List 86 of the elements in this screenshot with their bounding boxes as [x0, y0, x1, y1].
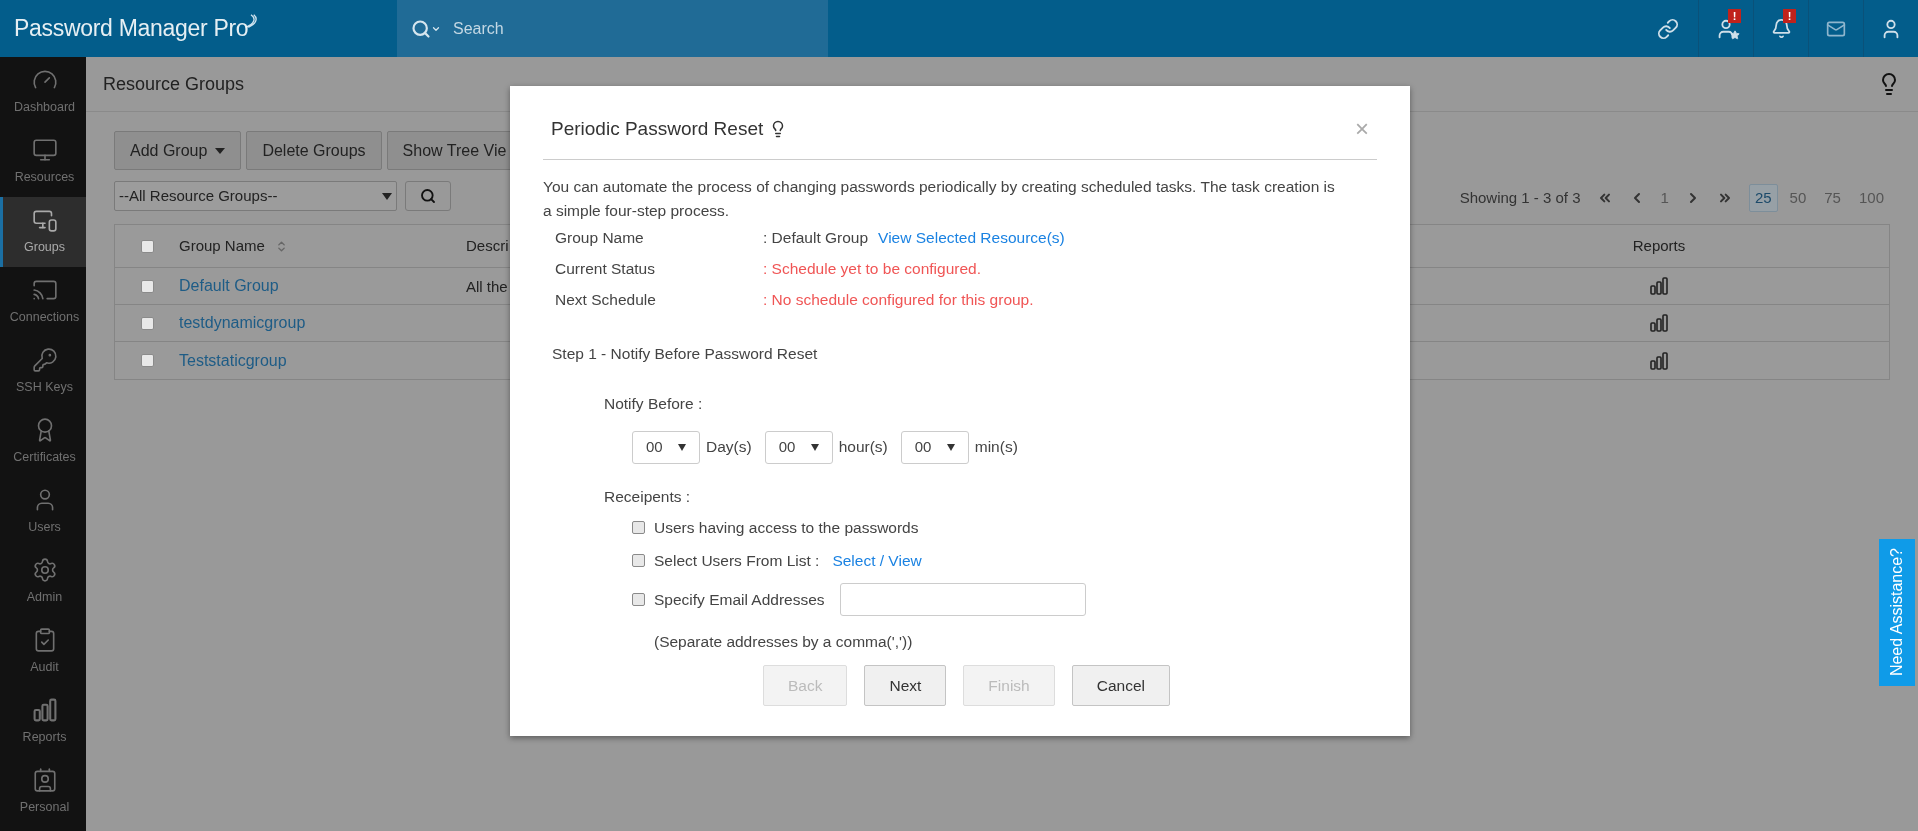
column-header[interactable]: Group Name [179, 234, 265, 258]
pagination-summary: Showing 1 - 3 of 3 [1459, 187, 1581, 208]
reports-icon [1649, 313, 1669, 333]
step-title: Step 1 - Notify Before Password Reset [551, 344, 819, 364]
recipient-option-label: Select Users From List : [654, 551, 820, 572]
caret-icon [215, 147, 226, 154]
caret-icon [382, 192, 392, 200]
sidebar-item[interactable]: Connections [0, 267, 86, 337]
group-link[interactable]: testdynamicgroup [179, 314, 306, 331]
dialog-title: Periodic Password Reset [551, 116, 764, 141]
table-cell: All the [466, 278, 508, 295]
recipient-option-label: Users having access to the passwords [654, 518, 919, 539]
sidebar-item[interactable]: Audit [0, 617, 86, 687]
info-label: Group Name [555, 228, 645, 249]
search-icon [420, 188, 436, 204]
column-header: Reports [1632, 236, 1686, 254]
checkbox[interactable] [632, 521, 645, 535]
unit-label: min(s) [974, 437, 1018, 458]
sidebar-item[interactable]: Users [0, 477, 86, 547]
sidebar-item[interactable]: Certificates [0, 407, 86, 477]
bar-chart-icon [31, 697, 58, 724]
reports-icon [1649, 350, 1669, 371]
group-link[interactable]: Teststaticgroup [179, 351, 287, 369]
checkbox[interactable] [140, 239, 154, 253]
select-view-link[interactable]: Select / View [832, 549, 922, 573]
logo: Password Manager Pro [14, 14, 249, 44]
search-input[interactable]: Search [453, 16, 813, 41]
alert-badge: ! [1783, 9, 1796, 23]
caret-icon [678, 443, 686, 451]
group-link[interactable]: Default Group [179, 277, 279, 294]
caret-icon [810, 443, 819, 451]
unit-label: Day(s) [706, 437, 752, 458]
sidebar-item[interactable]: SSH Keys [0, 337, 86, 407]
recipients-label: Receipents : [603, 486, 692, 507]
page-size-option[interactable]: 100 [1852, 184, 1890, 212]
time-dropdown[interactable]: 00 [900, 430, 969, 464]
page-size-option[interactable]: 50 [1783, 184, 1813, 212]
toolbar-button[interactable]: Add Group [114, 131, 242, 170]
page-title: Resource Groups [103, 72, 245, 96]
monitor-icon [31, 137, 58, 164]
checkbox[interactable] [140, 316, 154, 330]
page-size-option[interactable]: 75 [1818, 184, 1847, 212]
bell-icon[interactable] [1770, 18, 1792, 39]
dialog-button[interactable]: Cancel [1071, 665, 1170, 706]
search-field[interactable]: Search [397, 0, 828, 57]
sidebar-item[interactable]: Reports [0, 687, 86, 757]
dialog-button[interactable]: Next [864, 665, 947, 706]
time-dropdown[interactable]: 00 [632, 430, 700, 464]
sidebar-item[interactable]: Groups [0, 197, 86, 267]
info-value: : No schedule configured for this group. [763, 290, 1034, 311]
contact-icon [31, 767, 58, 794]
checkbox[interactable] [632, 592, 645, 606]
need-assistance-tab[interactable]: Need Assistance? [1879, 539, 1915, 686]
caret-icon [946, 443, 955, 451]
info-value: : Schedule yet to be configured. [763, 259, 981, 280]
current-page: 1 [1660, 187, 1669, 208]
link-icon[interactable] [1657, 17, 1679, 40]
alert-badge: ! [1728, 9, 1741, 23]
checkbox[interactable] [632, 554, 645, 568]
time-dropdown[interactable]: 00 [764, 430, 833, 464]
toolbar-button[interactable]: Delete Groups [246, 131, 382, 170]
info-label: Next Schedule [555, 290, 657, 311]
close-button[interactable]: × [1355, 117, 1369, 141]
sidebar-item[interactable]: Dashboard [0, 57, 86, 127]
settings-icon [31, 557, 58, 584]
search-icon [411, 18, 441, 39]
page-size-option[interactable]: 25 [1748, 184, 1778, 212]
checkbox[interactable] [140, 279, 154, 293]
recipient-option-label: Specify Email Addresses [654, 589, 825, 610]
column-header: Descri [466, 236, 509, 254]
sidebar-item[interactable]: Resources [0, 127, 86, 197]
info-label: Current Status [555, 259, 656, 280]
reports-icon [1649, 276, 1669, 296]
group-filter-dropdown[interactable]: --All Resource Groups-- [114, 181, 397, 211]
sidebar-item[interactable]: Personal [0, 757, 86, 827]
note-text: (Separate addresses by a comma(',')) [653, 631, 914, 652]
checkbox[interactable] [140, 354, 154, 367]
email-input-field[interactable] [839, 582, 1086, 616]
notify-label: Notify Before : [603, 394, 704, 415]
search-button[interactable] [405, 181, 451, 211]
intro-text: You can automate the process of changing passwords periodically by creating scheduled tasks. The task creation is a simple four-step process. [543, 177, 1336, 221]
key-icon [31, 347, 58, 374]
sidebar-item[interactable]: Admin [0, 547, 86, 617]
unit-label: hour(s) [838, 437, 888, 458]
info-value: : Default Group [763, 228, 869, 249]
view-resources-link[interactable]: View Selected Resource(s) [878, 226, 1065, 250]
